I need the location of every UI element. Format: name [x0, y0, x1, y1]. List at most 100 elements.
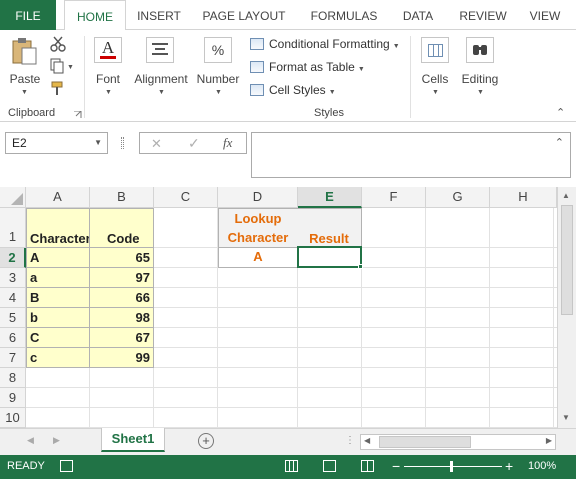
name-box[interactable]: E2 ▼ [5, 132, 108, 154]
column-header-b[interactable]: B [90, 187, 154, 208]
row-header-10[interactable]: 10 [0, 408, 26, 428]
font-icon: A [94, 37, 122, 63]
format-as-table-button[interactable]: Format as Table ▼ [250, 58, 365, 76]
conditional-formatting-button[interactable]: Conditional Formatting ▼ [250, 35, 400, 53]
format-painter-icon[interactable] [50, 80, 66, 96]
editing-button[interactable]: Editing ▼ [458, 34, 502, 100]
page-break-view-icon[interactable] [361, 460, 374, 472]
row-header-4[interactable]: 4 [0, 288, 26, 308]
column-header-c[interactable]: C [154, 187, 218, 208]
dialog-launcher-icon[interactable] [74, 111, 82, 119]
row-header-6[interactable]: 6 [0, 328, 26, 348]
alignment-button[interactable]: Alignment ▼ [130, 34, 192, 100]
fill-handle[interactable] [358, 264, 363, 269]
table-header-character[interactable]: Character [26, 208, 90, 248]
column-header-f[interactable]: F [362, 187, 426, 208]
lookup-value-cell[interactable]: A [218, 247, 298, 268]
normal-view-icon[interactable] [285, 460, 298, 472]
table-cell-character[interactable]: C [26, 328, 90, 348]
table-cell-character[interactable]: c [26, 348, 90, 368]
ribbon: Paste ▼ ▼ Clipboard A Font ▼ Alignment ▼… [0, 30, 576, 122]
new-sheet-button[interactable]: + [198, 433, 214, 449]
prev-sheet-arrow[interactable]: ◀ [27, 435, 34, 446]
column-header-a[interactable]: A [26, 187, 90, 208]
page-layout-view-icon[interactable] [323, 460, 336, 472]
row-header-2[interactable]: 2 [0, 248, 26, 268]
row-number: 1 [8, 229, 17, 244]
zoom-out-button[interactable]: − [392, 458, 400, 474]
sheet-tab-sheet1[interactable]: Sheet1 [101, 428, 165, 452]
row-header-8[interactable]: 8 [0, 368, 26, 388]
chevron-down-icon[interactable]: ▼ [94, 133, 102, 153]
zoom-slider-thumb[interactable] [450, 461, 453, 472]
cut-icon[interactable] [50, 36, 66, 52]
tab-data[interactable]: DATA [394, 0, 442, 30]
editing-label: Editing [461, 72, 499, 86]
table-cell-code[interactable]: 97 [90, 268, 154, 288]
zoom-level[interactable]: 100% [528, 460, 556, 472]
tab-file[interactable]: FILE [0, 0, 56, 30]
result-cell-selected[interactable] [297, 246, 362, 268]
table-cell-code[interactable]: 66 [90, 288, 154, 308]
scroll-down-arrow[interactable]: ▼ [562, 413, 570, 422]
table-cell-character[interactable]: a [26, 268, 90, 288]
tab-review[interactable]: REVIEW [452, 0, 514, 30]
insert-function-icon[interactable]: fx [223, 135, 232, 151]
cancel-icon[interactable]: ✕ [151, 136, 162, 152]
scroll-up-arrow[interactable]: ▲ [562, 191, 570, 200]
collapse-ribbon-icon[interactable]: ⌃ [556, 106, 565, 119]
column-header-e[interactable]: E [298, 187, 362, 208]
table-cell-code[interactable]: 67 [90, 328, 154, 348]
table-cell-code[interactable]: 99 [90, 348, 154, 368]
row-header-9[interactable]: 9 [0, 388, 26, 408]
result-header[interactable]: Result [297, 208, 362, 248]
column-header-h[interactable]: H [490, 187, 557, 208]
table-header-code[interactable]: Code [90, 208, 154, 248]
expand-formula-bar-icon[interactable]: ⌃ [555, 136, 564, 149]
horizontal-scroll-thumb[interactable] [379, 436, 471, 448]
scroll-right-arrow[interactable]: ▶ [546, 436, 552, 445]
tab-view[interactable]: VIEW [524, 0, 566, 30]
cells-label: Cells [421, 72, 449, 86]
gridline [553, 208, 554, 428]
tab-page-layout[interactable]: PAGE LAYOUT [196, 0, 292, 30]
row-header-7[interactable]: 7 [0, 348, 26, 368]
enter-icon[interactable]: ✓ [188, 135, 200, 152]
tab-home[interactable]: HOME [64, 0, 126, 31]
name-box-value: E2 [12, 136, 27, 150]
tab-insert[interactable]: INSERT [132, 0, 186, 30]
column-header-d[interactable]: D [218, 187, 298, 208]
chevron-down-icon: ▼ [477, 89, 484, 96]
zoom-in-button[interactable]: + [505, 458, 513, 474]
copy-icon[interactable]: ▼ [50, 58, 74, 74]
macro-record-icon[interactable] [60, 460, 73, 472]
table-cell-code[interactable]: 98 [90, 308, 154, 328]
horizontal-scrollbar[interactable]: ◀ ▶ [360, 434, 556, 450]
cell-styles-button[interactable]: Cell Styles ▼ [250, 81, 336, 99]
vertical-scroll-thumb[interactable] [561, 205, 573, 315]
tab-formulas[interactable]: FORMULAS [304, 0, 384, 30]
number-button[interactable]: % Number ▼ [194, 34, 242, 100]
lookup-header[interactable]: Lookup Character [218, 208, 298, 248]
row-header-1[interactable]: 1 [0, 208, 26, 248]
table-cell-code[interactable]: 65 [90, 248, 154, 268]
table-cell-character[interactable]: b [26, 308, 90, 328]
select-all-corner[interactable] [0, 187, 26, 208]
tab-split-handle[interactable]: ⋮ [345, 435, 355, 446]
scroll-left-arrow[interactable]: ◀ [364, 436, 370, 445]
row-header-3[interactable]: 3 [0, 268, 26, 288]
cells-button[interactable]: Cells ▼ [414, 34, 456, 100]
alignment-label: Alignment [134, 72, 188, 86]
next-sheet-arrow[interactable]: ▶ [53, 435, 60, 446]
formula-bar-grip[interactable] [121, 137, 124, 149]
vertical-scrollbar[interactable]: ▲ ▼ [557, 187, 576, 428]
zoom-slider[interactable] [404, 461, 502, 472]
formula-input[interactable]: ⌃ [251, 132, 571, 178]
paste-button[interactable]: Paste ▼ [6, 34, 44, 100]
column-header-g[interactable]: G [426, 187, 490, 208]
table-cell-character[interactable]: A [26, 248, 90, 268]
table-cell-character[interactable]: B [26, 288, 90, 308]
row-header-5[interactable]: 5 [0, 308, 26, 328]
font-button[interactable]: A Font ▼ [88, 34, 128, 100]
worksheet-grid[interactable]: A B C D E F G H 1 2 3 4 5 6 7 8 9 10 Cha… [0, 187, 557, 428]
